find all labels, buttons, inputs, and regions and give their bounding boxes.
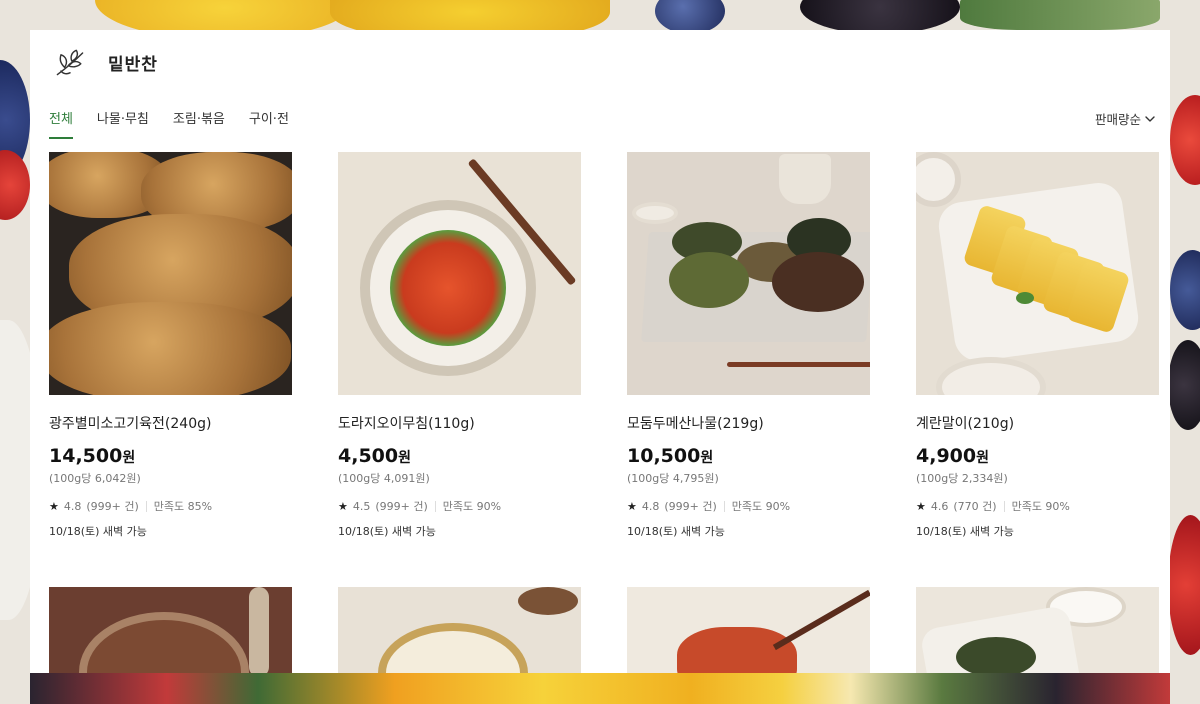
satisfaction: 만족도 85% xyxy=(153,500,213,513)
product-price: 10,500원 xyxy=(627,445,714,467)
unit-price: (100g당 4,091원) xyxy=(338,472,430,485)
tab-jorim-bokkeum[interactable]: 조림·볶음 xyxy=(173,108,225,139)
product-card[interactable] xyxy=(627,587,870,673)
product-name[interactable]: 광주별미소고기육전(240g) xyxy=(49,413,292,433)
product-card[interactable]: 광주별미소고기육전(240g) 14,500원 (100g당 6,042원) ★… xyxy=(49,152,292,539)
product-image[interactable] xyxy=(627,587,870,673)
rating-value: 4.6 xyxy=(930,499,949,513)
star-icon: ★ xyxy=(338,499,348,513)
tab-namul-muchim[interactable]: 나물·무침 xyxy=(97,108,149,139)
product-image[interactable] xyxy=(338,152,581,395)
product-card[interactable]: 모둠두메산나물(219g) 10,500원 (100g당 4,795원) ★ 4… xyxy=(627,152,870,539)
product-price: 14,500원 xyxy=(49,445,136,467)
product-image[interactable] xyxy=(916,587,1159,673)
satisfaction: 만족도 90% xyxy=(442,500,502,513)
review-count: (999+ 건) xyxy=(664,500,717,513)
review-count: (999+ 건) xyxy=(375,500,428,513)
unit-price: (100g당 6,042원) xyxy=(49,472,141,485)
product-card[interactable] xyxy=(49,587,292,673)
product-card[interactable]: 계란말이(210g) 4,900원 (100g당 2,334원) ★ 4.6 (… xyxy=(916,152,1159,539)
product-card[interactable] xyxy=(916,587,1159,673)
divider xyxy=(145,500,147,512)
rating-value: 4.5 xyxy=(352,499,371,513)
chevron-down-icon xyxy=(1145,115,1155,122)
delivery-info: 10/18(토) 새벽 가능 xyxy=(916,525,1014,538)
star-icon: ★ xyxy=(49,499,59,513)
divider xyxy=(434,500,436,512)
divider xyxy=(1003,500,1005,512)
unit-price: (100g당 2,334원) xyxy=(916,472,1008,485)
product-image[interactable] xyxy=(916,152,1159,395)
delivery-info: 10/18(토) 새벽 가능 xyxy=(627,525,725,538)
review-count: (770 건) xyxy=(953,500,997,513)
category-header: 밑반찬 xyxy=(52,44,158,80)
category-tabs: 전체 나물·무침 조림·볶음 구이·전 xyxy=(49,108,289,139)
product-rating: ★ 4.8 (999+ 건) 만족도 90% xyxy=(627,498,870,514)
product-price: 4,900원 xyxy=(916,445,989,467)
tab-all[interactable]: 전체 xyxy=(49,108,73,139)
divider xyxy=(723,500,725,512)
product-name[interactable]: 계란말이(210g) xyxy=(916,413,1159,433)
satisfaction: 만족도 90% xyxy=(731,500,791,513)
product-price: 4,500원 xyxy=(338,445,411,467)
product-card[interactable]: 도라지오이무침(110g) 4,500원 (100g당 4,091원) ★ 4.… xyxy=(338,152,581,539)
delivery-info: 10/18(토) 새벽 가능 xyxy=(338,525,436,538)
product-name[interactable]: 모둠두메산나물(219g) xyxy=(627,413,870,433)
review-count: (999+ 건) xyxy=(86,500,139,513)
unit-price: (100g당 4,795원) xyxy=(627,472,719,485)
product-rating: ★ 4.5 (999+ 건) 만족도 90% xyxy=(338,498,581,514)
product-name[interactable]: 도라지오이무침(110g) xyxy=(338,413,581,433)
product-rating: ★ 4.6 (770 건) 만족도 90% xyxy=(916,498,1159,514)
tab-gui-jeon[interactable]: 구이·전 xyxy=(249,108,289,139)
page-title: 밑반찬 xyxy=(108,54,158,75)
rating-value: 4.8 xyxy=(641,499,660,513)
product-grid: 광주별미소고기육전(240g) 14,500원 (100g당 6,042원) ★… xyxy=(49,152,1159,673)
product-rating: ★ 4.8 (999+ 건) 만족도 85% xyxy=(49,498,292,514)
product-image[interactable] xyxy=(627,152,870,395)
category-panel: 밑반찬 전체 나물·무침 조림·볶음 구이·전 판매량순 광주별미소고기육전(2… xyxy=(30,30,1170,673)
herb-logo-icon xyxy=(56,49,84,76)
star-icon: ★ xyxy=(916,499,926,513)
satisfaction: 만족도 90% xyxy=(1011,500,1070,513)
star-icon: ★ xyxy=(627,499,637,513)
rating-value: 4.8 xyxy=(63,499,82,513)
delivery-info: 10/18(토) 새벽 가능 xyxy=(49,525,147,538)
product-card[interactable] xyxy=(338,587,581,673)
product-image[interactable] xyxy=(49,587,292,673)
sort-label: 판매량순 xyxy=(1094,112,1141,127)
sort-dropdown[interactable]: 판매량순 xyxy=(1095,109,1156,128)
product-image[interactable] xyxy=(49,152,292,395)
product-image[interactable] xyxy=(338,587,581,673)
